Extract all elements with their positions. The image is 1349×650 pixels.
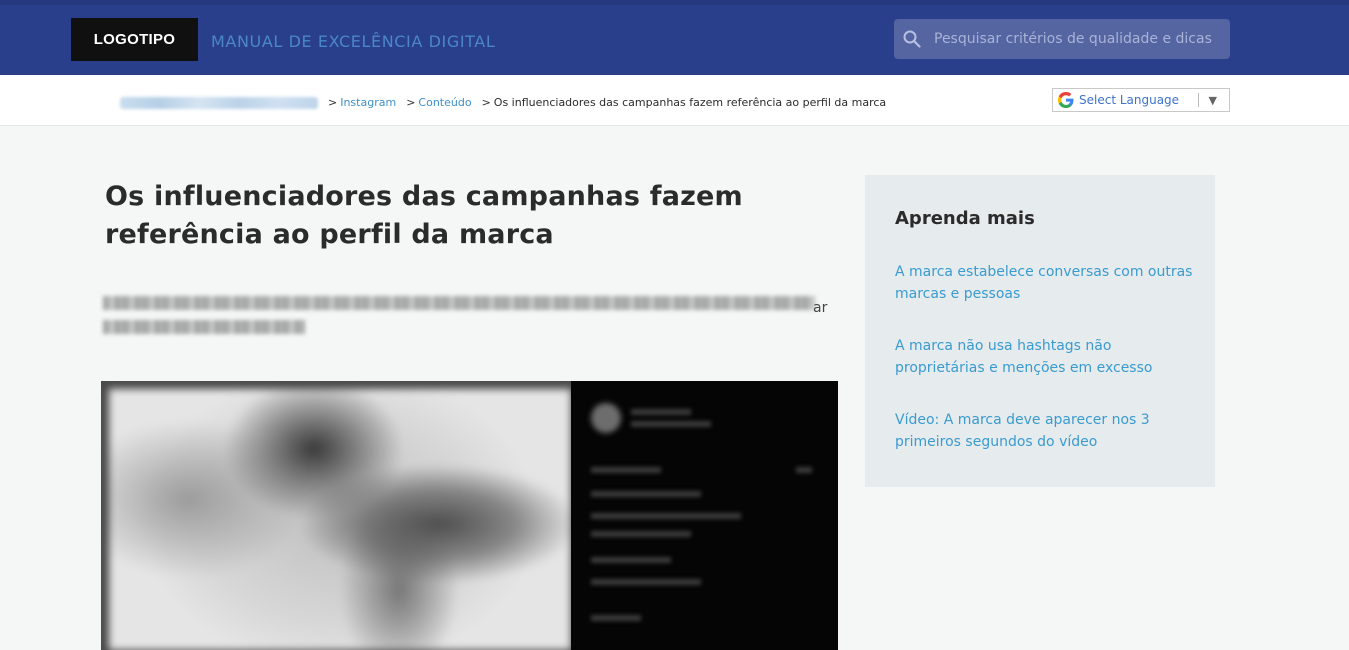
search-box[interactable]	[894, 19, 1230, 59]
learn-more-sidebar: Aprenda mais A marca estabelece conversa…	[865, 175, 1215, 487]
redacted-line	[591, 615, 641, 621]
redacted-line	[631, 421, 711, 427]
redacted-text	[103, 296, 815, 310]
redacted-line	[591, 557, 671, 563]
sidebar-link-hashtags[interactable]: A marca não usa hashtags não proprietári…	[895, 335, 1195, 379]
article-lead: ar	[103, 296, 833, 344]
sidebar-link-video[interactable]: Vídeo: A marca deve aparecer nos 3 prime…	[895, 409, 1195, 453]
search-icon[interactable]	[894, 19, 934, 59]
redacted-line	[631, 409, 691, 415]
language-label[interactable]: Select Language	[1079, 93, 1198, 107]
avatar	[591, 403, 621, 433]
breadcrumb-current: Os influenciadores das campanhas fazem r…	[493, 96, 887, 109]
breadcrumb-home-link[interactable]	[120, 96, 318, 109]
language-selector[interactable]: Select Language ▼	[1052, 88, 1230, 112]
site-title[interactable]: MANUAL DE EXCELÊNCIA DIGITAL	[211, 32, 495, 51]
blurred-instagram-post-panel	[571, 381, 838, 650]
redacted-line	[591, 579, 701, 585]
breadcrumb-separator: >	[328, 96, 338, 109]
breadcrumb-link-conteudo[interactable]: Conteúdo	[418, 96, 471, 109]
dropdown-arrow-icon[interactable]: ▼	[1209, 94, 1217, 107]
redacted-line	[591, 467, 661, 473]
google-g-icon	[1053, 89, 1079, 111]
breadcrumb-separator: >	[406, 96, 416, 109]
blurred-photo	[109, 389, 571, 650]
redacted-line	[796, 467, 812, 473]
sidebar-title: Aprenda mais	[895, 208, 1035, 229]
redacted-line	[591, 531, 691, 537]
language-divider	[1197, 93, 1199, 107]
site-header: LOGOTIPO MANUAL DE EXCELÊNCIA DIGITAL	[0, 0, 1349, 75]
sidebar-link-conversas[interactable]: A marca estabelece conversas com outras …	[895, 261, 1195, 305]
article-image	[101, 381, 838, 650]
site-logo[interactable]: LOGOTIPO	[71, 18, 198, 61]
search-input[interactable]	[934, 19, 1230, 59]
breadcrumb-separator: >	[481, 96, 491, 109]
breadcrumb: > Instagram > Conteúdo > Os influenciado…	[120, 96, 886, 109]
redacted-line	[591, 513, 741, 519]
lead-visible-tail: ar	[813, 300, 828, 316]
redacted-text	[103, 320, 305, 334]
breadcrumb-link-instagram[interactable]: Instagram	[340, 96, 396, 109]
page-title: Os influenciadores das campanhas fazem r…	[105, 181, 743, 250]
redacted-line	[591, 491, 701, 497]
